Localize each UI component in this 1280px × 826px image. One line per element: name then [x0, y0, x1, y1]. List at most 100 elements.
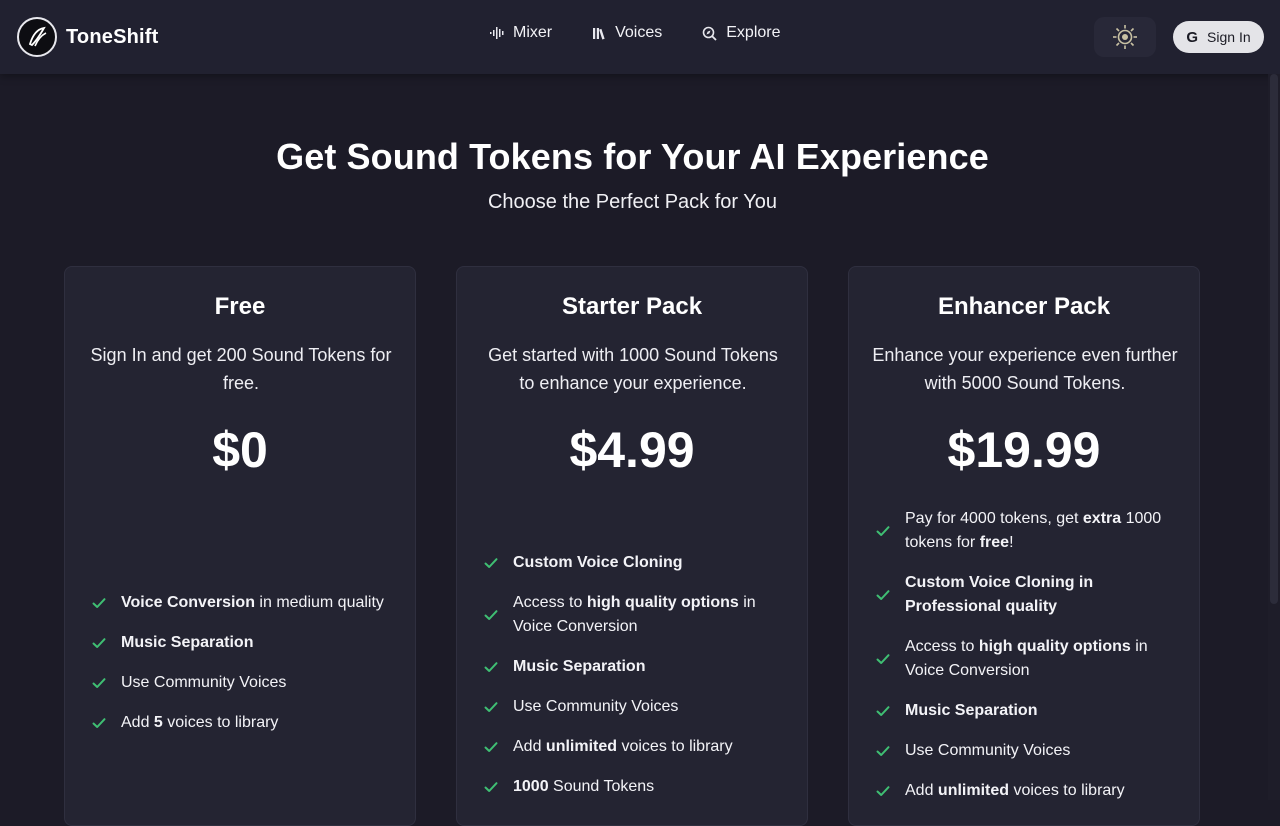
- plan-feature-text: Custom Voice Cloning in Professional qua…: [905, 571, 1175, 619]
- plan-feature-item: Add unlimited voices to library: [875, 779, 1175, 803]
- feature-text-plain: voices to library: [162, 714, 279, 731]
- plan-feature-text: Access to high quality options in Voice …: [513, 591, 783, 639]
- plan-name: Starter Pack: [561, 293, 703, 320]
- plan-feature-item: Access to high quality options in Voice …: [483, 591, 783, 639]
- feature-text-plain: Add: [905, 782, 938, 799]
- check-icon: [92, 598, 106, 608]
- check-icon: [484, 782, 498, 792]
- feature-text-emphasis: 1000: [513, 778, 549, 795]
- feature-text-plain: Pay for 4000 tokens, get: [905, 510, 1083, 527]
- plan-feature-text: Use Community Voices: [121, 671, 286, 695]
- plan-feature-item: Custom Voice Cloning: [483, 551, 783, 575]
- nav-label-voices: Voices: [615, 24, 663, 41]
- feature-text-emphasis: free: [979, 534, 1010, 551]
- plan-feature-item: Music Separation: [875, 699, 1175, 723]
- plan-feature-text: Voice Conversion in medium quality: [121, 591, 384, 615]
- sign-in-label: Sign In: [1207, 29, 1251, 45]
- plan-feature-item: Use Community Voices: [483, 695, 783, 719]
- feature-text-plain: Sound Tokens: [548, 778, 655, 795]
- feature-text-plain: Add: [121, 714, 154, 731]
- plan-feature-list: Pay for 4000 tokens, get extra 1000 toke…: [875, 507, 1175, 819]
- plan-description: Enhance your experience even further wit…: [872, 345, 1178, 393]
- feature-text-emphasis: Music Separation: [513, 658, 646, 675]
- feature-text-plain: !: [1009, 534, 1014, 551]
- plan-feature-text: Access to high quality options in Voice …: [905, 635, 1175, 683]
- plan-description: Get started with 1000 Sound Tokens to en…: [488, 345, 778, 393]
- plan-feature-text: Music Separation: [513, 655, 645, 679]
- plan-feature-text: Custom Voice Cloning: [513, 551, 682, 575]
- plan-feature-item: Add unlimited voices to library: [483, 735, 783, 759]
- check-icon: [484, 610, 498, 620]
- check-icon: [876, 746, 890, 756]
- plan-card-starter: Starter Pack Get started with 1000 Sound…: [456, 266, 808, 826]
- main-nav: Mixer Voices Explore: [490, 24, 821, 42]
- plan-feature-item: Music Separation: [91, 631, 391, 655]
- nav-label-explore: Explore: [726, 24, 781, 41]
- check-icon: [876, 786, 890, 796]
- plan-feature-item: Pay for 4000 tokens, get extra 1000 toke…: [875, 507, 1175, 555]
- plan-feature-list: Custom Voice Cloning Access to high quali…: [483, 551, 783, 815]
- plan-feature-text: Use Community Voices: [905, 739, 1070, 763]
- theme-toggle-button[interactable]: [1094, 17, 1156, 57]
- plan-price: $19.99: [947, 422, 1101, 478]
- check-icon: [876, 706, 890, 716]
- plan-price: $4.99: [569, 422, 695, 478]
- feature-text-emphasis: high quality options: [586, 594, 739, 611]
- plan-feature-item: Use Community Voices: [91, 671, 391, 695]
- plan-feature-item: Music Separation: [483, 655, 783, 679]
- plan-feature-text: Pay for 4000 tokens, get extra 1000 toke…: [905, 507, 1175, 555]
- plan-feature-text: 1000 Sound Tokens: [513, 775, 654, 799]
- feature-text-plain: Use Community Voices: [513, 698, 679, 715]
- compass-icon: [702, 26, 717, 41]
- plan-price: $0: [212, 422, 268, 478]
- check-icon: [876, 526, 890, 536]
- brand-link[interactable]: ToneShift: [17, 17, 159, 57]
- check-icon: [484, 662, 498, 672]
- toneshift-logo-icon: [17, 17, 57, 57]
- feature-text-emphasis: Voice Conversion: [121, 594, 255, 611]
- nav-item-explore[interactable]: Explore: [702, 24, 781, 42]
- feature-text-plain: Use Community Voices: [905, 742, 1071, 759]
- feature-text-plain: Add: [513, 738, 546, 755]
- plan-feature-text: Add unlimited voices to library: [905, 779, 1125, 803]
- feature-text-plain: Access to: [905, 638, 979, 655]
- feature-text-emphasis: high quality options: [978, 638, 1131, 655]
- feature-text-emphasis: unlimited: [937, 782, 1010, 799]
- plan-feature-item: 1000 Sound Tokens: [483, 775, 783, 799]
- check-icon: [484, 558, 498, 568]
- library-icon: [593, 28, 605, 40]
- check-icon: [876, 654, 890, 664]
- feature-text-plain: in medium quality: [254, 594, 384, 611]
- feature-text-emphasis: 5: [153, 714, 163, 731]
- plan-name: Free: [214, 293, 266, 320]
- plan-feature-item: Voice Conversion in medium quality: [91, 591, 391, 615]
- nav-item-mixer[interactable]: Mixer: [490, 24, 552, 42]
- feature-text-plain: Use Community Voices: [121, 674, 287, 691]
- top-navigation-bar: ToneShift Mixer Voices Explore G Sign In: [0, 0, 1280, 74]
- plan-feature-text: Music Separation: [905, 699, 1037, 723]
- check-icon: [876, 590, 890, 600]
- page-title: Get Sound Tokens for Your AI Experience: [276, 136, 989, 177]
- plan-feature-list: Voice Conversion in medium quality Music …: [91, 591, 391, 751]
- nav-item-voices[interactable]: Voices: [592, 24, 662, 42]
- check-icon: [92, 678, 106, 688]
- feature-text-emphasis: Custom Voice Cloning: [513, 554, 683, 571]
- check-icon: [92, 718, 106, 728]
- plan-feature-text: Use Community Voices: [513, 695, 678, 719]
- scrollbar-thumb[interactable]: [1270, 74, 1278, 604]
- plan-feature-item: Custom Voice Cloning in Professional qua…: [875, 571, 1175, 619]
- feature-text-emphasis: extra: [1082, 510, 1122, 527]
- plan-feature-text: Music Separation: [121, 631, 253, 655]
- feature-text-emphasis: unlimited: [545, 738, 618, 755]
- check-icon: [484, 742, 498, 752]
- plan-card-enhancer: Enhancer Pack Enhance your experience ev…: [848, 266, 1200, 826]
- feature-text-plain: Access to: [513, 594, 587, 611]
- sign-in-button[interactable]: G Sign In: [1173, 21, 1264, 53]
- sun-toggle-icon: [1113, 25, 1137, 49]
- check-icon: [92, 638, 106, 648]
- plan-description: Sign In and get 200 Sound Tokens for fre…: [90, 345, 392, 393]
- feature-text-emphasis: Custom Voice Cloning in Professional qua…: [905, 574, 1094, 615]
- plan-feature-item: Use Community Voices: [875, 739, 1175, 763]
- check-icon: [484, 702, 498, 712]
- plan-card-free: Free Sign In and get 200 Sound Tokens fo…: [64, 266, 416, 826]
